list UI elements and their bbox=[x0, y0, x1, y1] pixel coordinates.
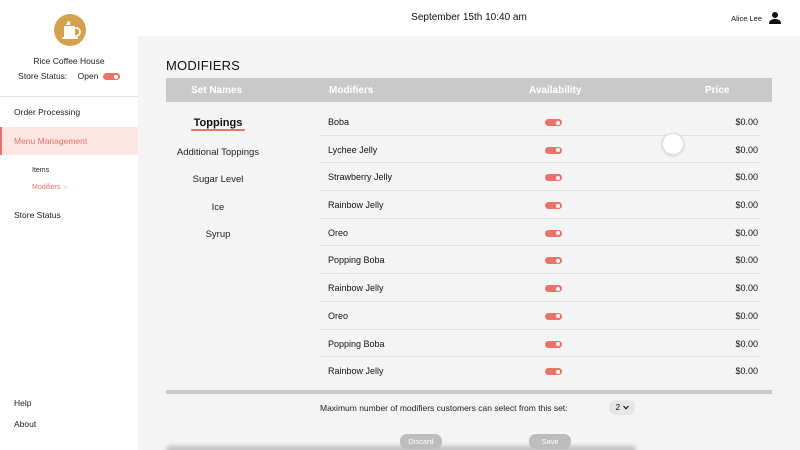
discard-button[interactable]: Discard bbox=[400, 434, 442, 449]
table-row: Rainbow Jelly $0.00 bbox=[320, 191, 760, 219]
availability-toggle[interactable] bbox=[545, 312, 562, 320]
nav-items[interactable]: Items bbox=[32, 167, 49, 174]
store-status-value: Open bbox=[77, 71, 99, 81]
modifier-price[interactable]: $0.00 bbox=[735, 255, 758, 265]
person-icon[interactable] bbox=[768, 11, 782, 25]
modifier-name: Oreo bbox=[328, 227, 349, 238]
availability-toggle[interactable] bbox=[545, 368, 562, 376]
modifier-name: Lychee Jelly bbox=[328, 144, 378, 155]
availability-toggle[interactable] bbox=[545, 146, 562, 154]
table-row: Boba $0.00 bbox=[320, 108, 760, 136]
modifier-price[interactable]: $0.00 bbox=[735, 172, 758, 182]
column-header-set-names: Set Names bbox=[191, 85, 243, 96]
availability-toggle[interactable] bbox=[545, 202, 562, 210]
touch-cursor bbox=[662, 133, 684, 155]
top-bar: September 15th 10:40 am Alice Lee bbox=[138, 0, 800, 36]
nav-help[interactable]: Help bbox=[0, 398, 138, 408]
max-modifiers-value: 2 bbox=[615, 402, 621, 412]
nav-modifiers-label: Modifiers bbox=[32, 184, 61, 191]
table-row: Popping Boba $0.00 bbox=[320, 246, 760, 275]
column-header-modifiers: Modifiers bbox=[329, 85, 374, 96]
nav-order-processing[interactable]: Order Processing bbox=[0, 107, 138, 117]
store-name: Rice Coffee House bbox=[33, 56, 105, 66]
table-row: Strawberry Jelly $0.00 bbox=[320, 163, 760, 192]
table-row: Oreo $0.00 bbox=[320, 219, 760, 247]
chevron-down-icon bbox=[622, 402, 629, 412]
divider bbox=[0, 96, 138, 97]
column-header-availability: Availability bbox=[529, 85, 582, 96]
modifier-name: Rainbow Jelly bbox=[328, 366, 384, 377]
modifier-name: Popping Boba bbox=[328, 255, 385, 266]
user-name[interactable]: Alice Lee bbox=[731, 14, 762, 23]
chevron-right-icon: › bbox=[64, 184, 67, 191]
modifier-name: Rainbow Jelly bbox=[328, 200, 384, 211]
max-modifiers-select[interactable]: 2 bbox=[609, 400, 635, 415]
modifier-name: Popping Boba bbox=[328, 338, 385, 349]
table-footer-bar bbox=[166, 390, 772, 394]
store-status-toggle[interactable] bbox=[102, 73, 120, 81]
set-item-additional-toppings[interactable]: Additional Toppings bbox=[140, 147, 296, 158]
modifier-price[interactable]: $0.00 bbox=[735, 228, 758, 238]
modifier-price[interactable]: $0.00 bbox=[735, 117, 758, 127]
save-button[interactable]: Save bbox=[529, 434, 571, 449]
modifier-price[interactable]: $0.00 bbox=[735, 283, 758, 293]
availability-toggle[interactable] bbox=[545, 174, 562, 182]
table-row: Rainbow Jelly $0.00 bbox=[320, 357, 760, 385]
modifier-list: Boba $0.00 Lychee Jelly $0.00 Strawberry… bbox=[320, 108, 760, 385]
modifier-price[interactable]: $0.00 bbox=[735, 366, 758, 376]
availability-toggle[interactable] bbox=[545, 340, 562, 348]
modifier-price[interactable]: $0.00 bbox=[735, 311, 758, 321]
modifier-name: Oreo bbox=[328, 310, 349, 321]
availability-toggle[interactable] bbox=[545, 119, 562, 126]
modifier-price[interactable]: $0.00 bbox=[735, 200, 758, 210]
nav-store-status[interactable]: Store Status bbox=[0, 210, 138, 220]
nav-about[interactable]: About bbox=[0, 419, 138, 429]
table-row: Lychee Jelly $0.00 bbox=[320, 136, 760, 164]
coffee-cup-icon bbox=[54, 14, 86, 46]
datetime: September 15th 10:40 am bbox=[411, 12, 527, 23]
modifier-name: Strawberry Jelly bbox=[328, 172, 393, 183]
table-row: Popping Boba $0.00 bbox=[320, 330, 760, 358]
active-set-underline bbox=[191, 129, 245, 131]
table-header: Set Names Modifiers Availability Price bbox=[166, 78, 772, 102]
table-row: Rainbow Jelly $0.00 bbox=[320, 274, 760, 302]
modifier-price[interactable]: $0.00 bbox=[735, 145, 758, 155]
set-item-toppings[interactable]: Toppings bbox=[140, 117, 296, 129]
set-item-syrup[interactable]: Syrup bbox=[140, 229, 296, 240]
table-row: Oreo $0.00 bbox=[320, 302, 760, 330]
modifier-price[interactable]: $0.00 bbox=[735, 339, 758, 349]
set-item-sugar-level[interactable]: Sugar Level bbox=[140, 174, 296, 185]
nav-menu-management[interactable]: Menu Management bbox=[0, 127, 138, 155]
page-title: MODIFIERS bbox=[166, 58, 241, 73]
store-status-label: Store Status: bbox=[18, 71, 68, 81]
sidebar: Rice Coffee House Store Status: Open Ord… bbox=[0, 0, 138, 450]
column-header-price: Price bbox=[705, 85, 730, 96]
availability-toggle[interactable] bbox=[545, 229, 562, 237]
nav-modifiers[interactable]: Modifiers › bbox=[32, 184, 67, 191]
store-status: Store Status: Open bbox=[0, 71, 138, 81]
modifier-name: Rainbow Jelly bbox=[328, 283, 384, 294]
max-modifiers-label: Maximum number of modifiers customers ca… bbox=[320, 403, 568, 413]
availability-toggle[interactable] bbox=[545, 285, 562, 293]
modifier-name: Boba bbox=[328, 117, 350, 127]
availability-toggle[interactable] bbox=[545, 257, 562, 265]
set-item-ice[interactable]: Ice bbox=[140, 202, 296, 213]
